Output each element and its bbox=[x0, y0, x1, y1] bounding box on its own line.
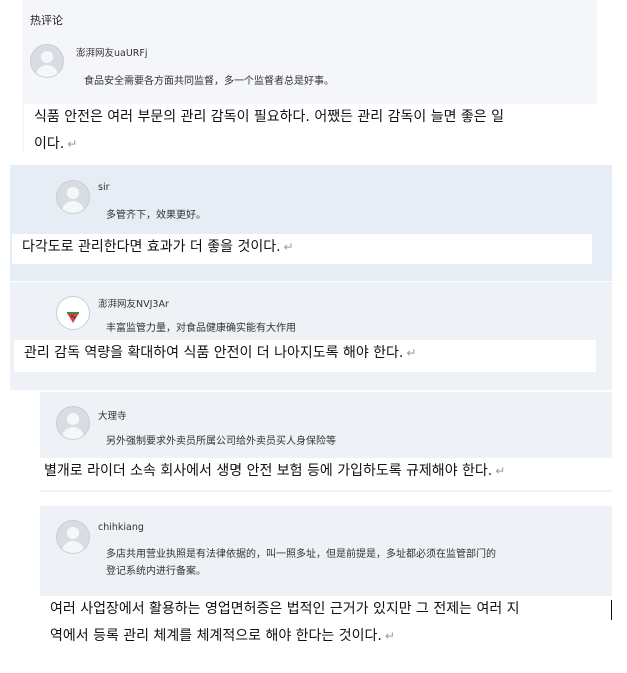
comment-username[interactable]: sir bbox=[98, 182, 110, 193]
translation-box: 여러 사업장에서 활용하는 영업면허증은 법적인 근거가 있지만 그 전제는 여… bbox=[40, 596, 612, 652]
comment-text: 多店共用营业执照是有法律依据的，叫一照多址，但是前提是，多址都必须在监管部门的 … bbox=[106, 546, 496, 580]
comment-text: 多管齐下，效果更好。 bbox=[106, 210, 206, 221]
translation-box: 식품 안전은 여러 부문의 관리 감독이 필요하다. 어쨌든 관리 감독이 늘면… bbox=[24, 104, 610, 158]
return-icon: ↵ bbox=[67, 137, 78, 151]
comment-text: 食品安全需要各方面共同监督，多一个监督者总是好事。 bbox=[84, 76, 334, 87]
comment-text: 丰富监管力量，对食品健康确实能有大作用 bbox=[106, 323, 296, 334]
translation-line: 다각도로 관리한다면 효과가 더 좋을 것이다. bbox=[22, 239, 281, 255]
comment-username[interactable]: 大理寺 bbox=[98, 408, 127, 422]
translation-line: 별개로 라이더 소속 회사에서 생명 안전 보험 등에 가입하도록 규제해야 한… bbox=[44, 463, 493, 479]
comment-text: 另外强制要求外卖员所属公司给外卖员买人身保险等 bbox=[106, 436, 336, 447]
translation-line: 여러 사업장에서 활용하는 영업면허증은 법적인 근거가 있지만 그 전제는 여… bbox=[50, 601, 520, 617]
translation-box: 별개로 라이더 소속 회사에서 생명 안전 보험 등에 가입하도록 규제해야 한… bbox=[34, 458, 612, 490]
comment-username[interactable]: chihkiang bbox=[98, 522, 144, 533]
translation-line: 관리 감독 역량을 확대하여 식품 안전이 더 나아지도록 해야 한다. bbox=[24, 345, 404, 361]
translation-box: 관리 감독 역량을 확대하여 식품 안전이 더 나아지도록 해야 한다. ↵ bbox=[14, 340, 596, 372]
comment-text-line: 多店共用营业执照是有法律依据的，叫一照多址，但是前提是，多址都必须在监管部门的 bbox=[106, 549, 496, 560]
avatar[interactable] bbox=[30, 44, 64, 78]
translation-line: 이다. bbox=[34, 136, 65, 152]
avatar[interactable] bbox=[56, 406, 90, 440]
return-icon: ↵ bbox=[283, 240, 294, 254]
comment-username[interactable]: 澎湃网友uaURFj bbox=[76, 45, 148, 59]
translation-line: 식품 안전은 여러 부문의 관리 감독이 필요하다. 어쨌든 관리 감독이 늘면… bbox=[34, 109, 505, 125]
text-cursor bbox=[611, 600, 612, 620]
translation-box: 다각도로 관리한다면 효과가 더 좋을 것이다. ↵ bbox=[12, 234, 592, 264]
return-icon: ↵ bbox=[384, 629, 395, 643]
return-icon: ↵ bbox=[406, 346, 417, 360]
comment-username[interactable]: 澎湃网友NVJ3Ar bbox=[98, 296, 169, 310]
translation-line: 역에서 등록 관리 체계를 체계적으로 해야 한다는 것이다. bbox=[50, 628, 382, 644]
avatar[interactable] bbox=[56, 180, 90, 214]
section-title: 热评论 bbox=[30, 14, 63, 27]
comment-text-line: 登记系统内进行备案。 bbox=[106, 566, 206, 577]
return-icon: ↵ bbox=[495, 464, 506, 478]
avatar[interactable] bbox=[56, 520, 90, 554]
avatar[interactable] bbox=[56, 296, 90, 330]
